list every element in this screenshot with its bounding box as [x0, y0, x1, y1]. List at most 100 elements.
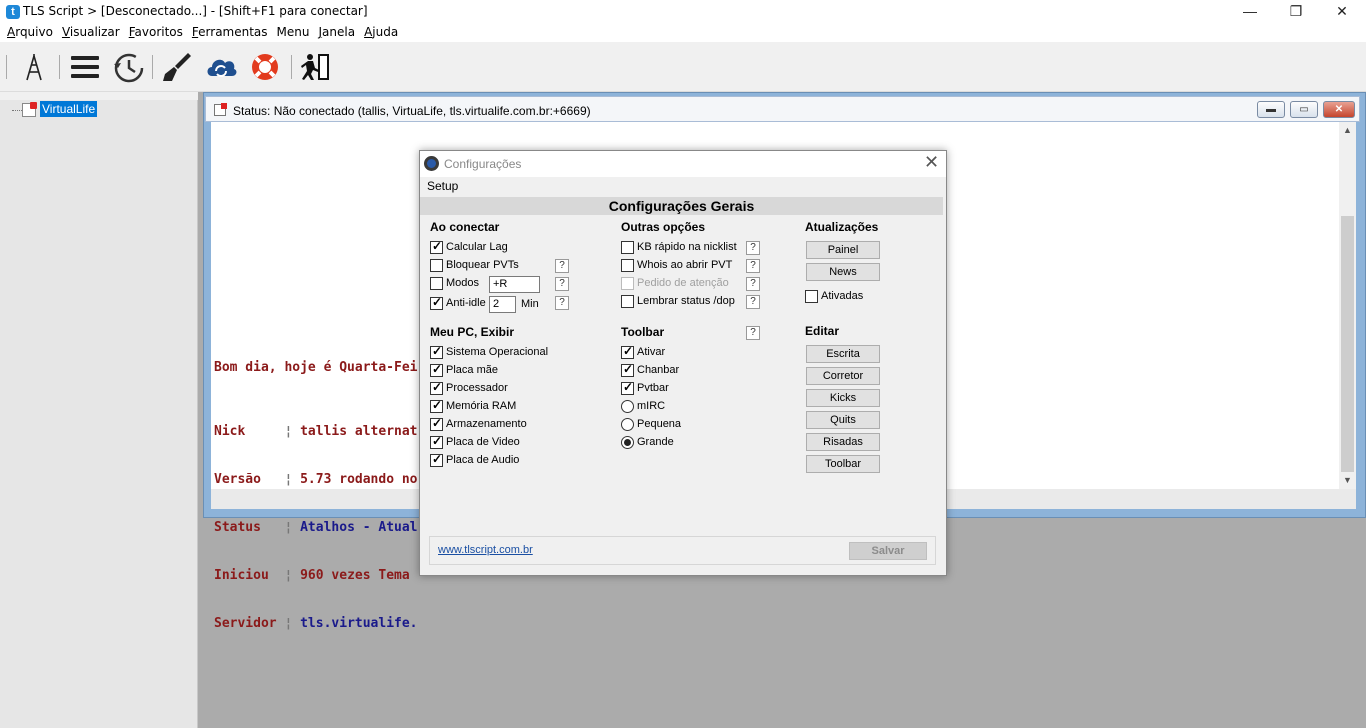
info-row-versao: Versão ¦ 5.73 rodando no: [214, 472, 418, 487]
scrollbar-thumb[interactable]: [1341, 216, 1354, 472]
placa-mae-checkbox[interactable]: [430, 362, 443, 377]
toolbar-grip: [6, 55, 7, 79]
menu-ajuda[interactable]: Ajuda: [364, 24, 398, 40]
salvar-button[interactable]: Salvar: [849, 542, 927, 560]
so-label: Sistema Operacional: [446, 346, 549, 358]
kicks-button[interactable]: Kicks: [806, 389, 880, 407]
status-window-title: Status: Não conectado (tallis, VirtuaLif…: [233, 104, 591, 118]
tree-node-label[interactable]: VirtualLife: [40, 101, 98, 117]
modos-label: Modos: [446, 277, 480, 289]
menu-menu[interactable]: Menu: [277, 24, 310, 40]
grande-label: Grande: [637, 436, 674, 448]
processador-checkbox[interactable]: [430, 380, 443, 395]
clock-icon[interactable]: [111, 50, 145, 84]
tree-line: [12, 110, 22, 111]
mdi-close-button[interactable]: ✕: [1323, 101, 1355, 118]
scroll-up-icon[interactable]: ▲: [1343, 125, 1352, 135]
placa-audio-checkbox[interactable]: [430, 452, 443, 467]
close-button[interactable]: ✕: [1319, 0, 1365, 24]
anti-idle-checkbox[interactable]: [430, 295, 443, 310]
lembrar-status-checkbox[interactable]: [621, 295, 634, 308]
mdi-restore-button[interactable]: ▭: [1290, 101, 1318, 118]
server-disconnected-icon: [22, 102, 37, 117]
pvtbar-checkbox[interactable]: [621, 380, 634, 395]
processador-label: Processador: [446, 382, 508, 394]
ativadas-checkbox[interactable]: [805, 290, 818, 303]
bloquear-pvts-checkbox[interactable]: [430, 259, 443, 272]
pequena-label: Pequena: [637, 418, 682, 430]
calcular-lag-checkbox[interactable]: [430, 239, 443, 254]
exit-icon[interactable]: [298, 50, 332, 84]
pedido-atencao-label: Pedido de atenção: [637, 277, 729, 289]
placa-video-label: Placa de Video: [446, 436, 520, 448]
help-pedido-button[interactable]: ?: [746, 277, 760, 291]
help-anti-idle-button[interactable]: ?: [555, 296, 569, 310]
lifebuoy-icon[interactable]: [248, 50, 282, 84]
menu-icon[interactable]: [68, 50, 102, 84]
website-link[interactable]: www.tlscript.com.br: [438, 544, 533, 556]
menu-favoritos[interactable]: Favoritos: [129, 24, 183, 40]
kb-rapido-label: KB rápido na nicklist: [637, 241, 737, 253]
placa-audio-label: Placa de Audio: [446, 454, 520, 466]
restore-button[interactable]: ❐: [1273, 0, 1319, 24]
cloud-sync-icon[interactable]: [204, 50, 238, 84]
help-kb-rapido-button[interactable]: ?: [746, 241, 760, 255]
help-modos-button[interactable]: ?: [555, 277, 569, 291]
painel-button[interactable]: Painel: [806, 241, 880, 259]
grande-radio[interactable]: [621, 436, 634, 449]
toolbar-edit-button[interactable]: Toolbar: [806, 455, 880, 473]
help-whois-button[interactable]: ?: [746, 259, 760, 273]
greeting-line: Bom dia, hoje é Quarta-Fei: [214, 360, 418, 375]
minimize-button[interactable]: —: [1227, 0, 1273, 24]
armazenamento-checkbox[interactable]: [430, 416, 443, 431]
menu-ferramentas[interactable]: Ferramentas: [192, 24, 268, 40]
ativar-checkbox[interactable]: [621, 344, 634, 359]
escrita-button[interactable]: Escrita: [806, 345, 880, 363]
help-toolbar-button[interactable]: ?: [746, 326, 760, 340]
menu-visualizar[interactable]: Visualizar: [62, 24, 120, 40]
pedido-atencao-checkbox[interactable]: [621, 277, 634, 290]
quits-button[interactable]: Quits: [806, 411, 880, 429]
news-button[interactable]: News: [806, 263, 880, 281]
antenna-icon[interactable]: [17, 50, 51, 84]
modos-checkbox[interactable]: [430, 277, 443, 290]
dialog-menu-setup[interactable]: Setup: [427, 179, 458, 193]
info-row-nick: Nick ¦ tallis alternat: [214, 424, 418, 439]
mirc-radio[interactable]: [621, 400, 634, 413]
whois-label: Whois ao abrir PVT: [637, 259, 733, 271]
mdi-minimize-button[interactable]: ▬: [1257, 101, 1285, 118]
help-lembrar-button[interactable]: ?: [746, 295, 760, 309]
anti-idle-minutes-input[interactable]: 2: [489, 296, 516, 313]
server-tree: [0, 92, 198, 728]
mirc-label: mIRC: [637, 400, 666, 412]
ativadas-label: Ativadas: [821, 290, 864, 302]
risadas-button[interactable]: Risadas: [806, 433, 880, 451]
menu-bar: Arquivo Visualizar Favoritos Ferramentas Men…: [0, 24, 1366, 42]
memoria-label: Memória RAM: [446, 400, 517, 412]
info-table: Nick ¦ tallis alternat Versão ¦ 5.73 rod…: [214, 392, 418, 648]
help-bloquear-pvts-button[interactable]: ?: [555, 259, 569, 273]
chanbar-checkbox[interactable]: [621, 362, 634, 377]
modos-input[interactable]: +R: [489, 276, 540, 293]
dialog-close-button[interactable]: ✕: [924, 152, 939, 173]
chanbar-label: Chanbar: [637, 364, 680, 376]
info-row-status: Status ¦ Atalhos - Atual: [214, 520, 418, 535]
corretor-button[interactable]: Corretor: [806, 367, 880, 385]
toolbar-separator: [59, 55, 60, 79]
brush-icon[interactable]: [160, 50, 194, 84]
pequena-radio[interactable]: [621, 418, 634, 431]
status-window-icon: [214, 103, 227, 116]
menu-arquivo[interactable]: Arquivo: [7, 24, 53, 40]
memoria-checkbox[interactable]: [430, 398, 443, 413]
section-editar: Editar: [805, 324, 840, 338]
menu-janela[interactable]: Janela: [319, 24, 356, 40]
anti-idle-min-label: Min: [521, 298, 539, 310]
placa-video-checkbox[interactable]: [430, 434, 443, 449]
kb-rapido-checkbox[interactable]: [621, 241, 634, 254]
scroll-down-icon[interactable]: ▼: [1343, 475, 1352, 485]
dialog-header: Configurações Gerais: [420, 197, 943, 215]
so-checkbox[interactable]: [430, 344, 443, 359]
gear-icon: [424, 156, 439, 171]
whois-checkbox[interactable]: [621, 259, 634, 272]
pvtbar-label: Pvtbar: [637, 382, 669, 394]
